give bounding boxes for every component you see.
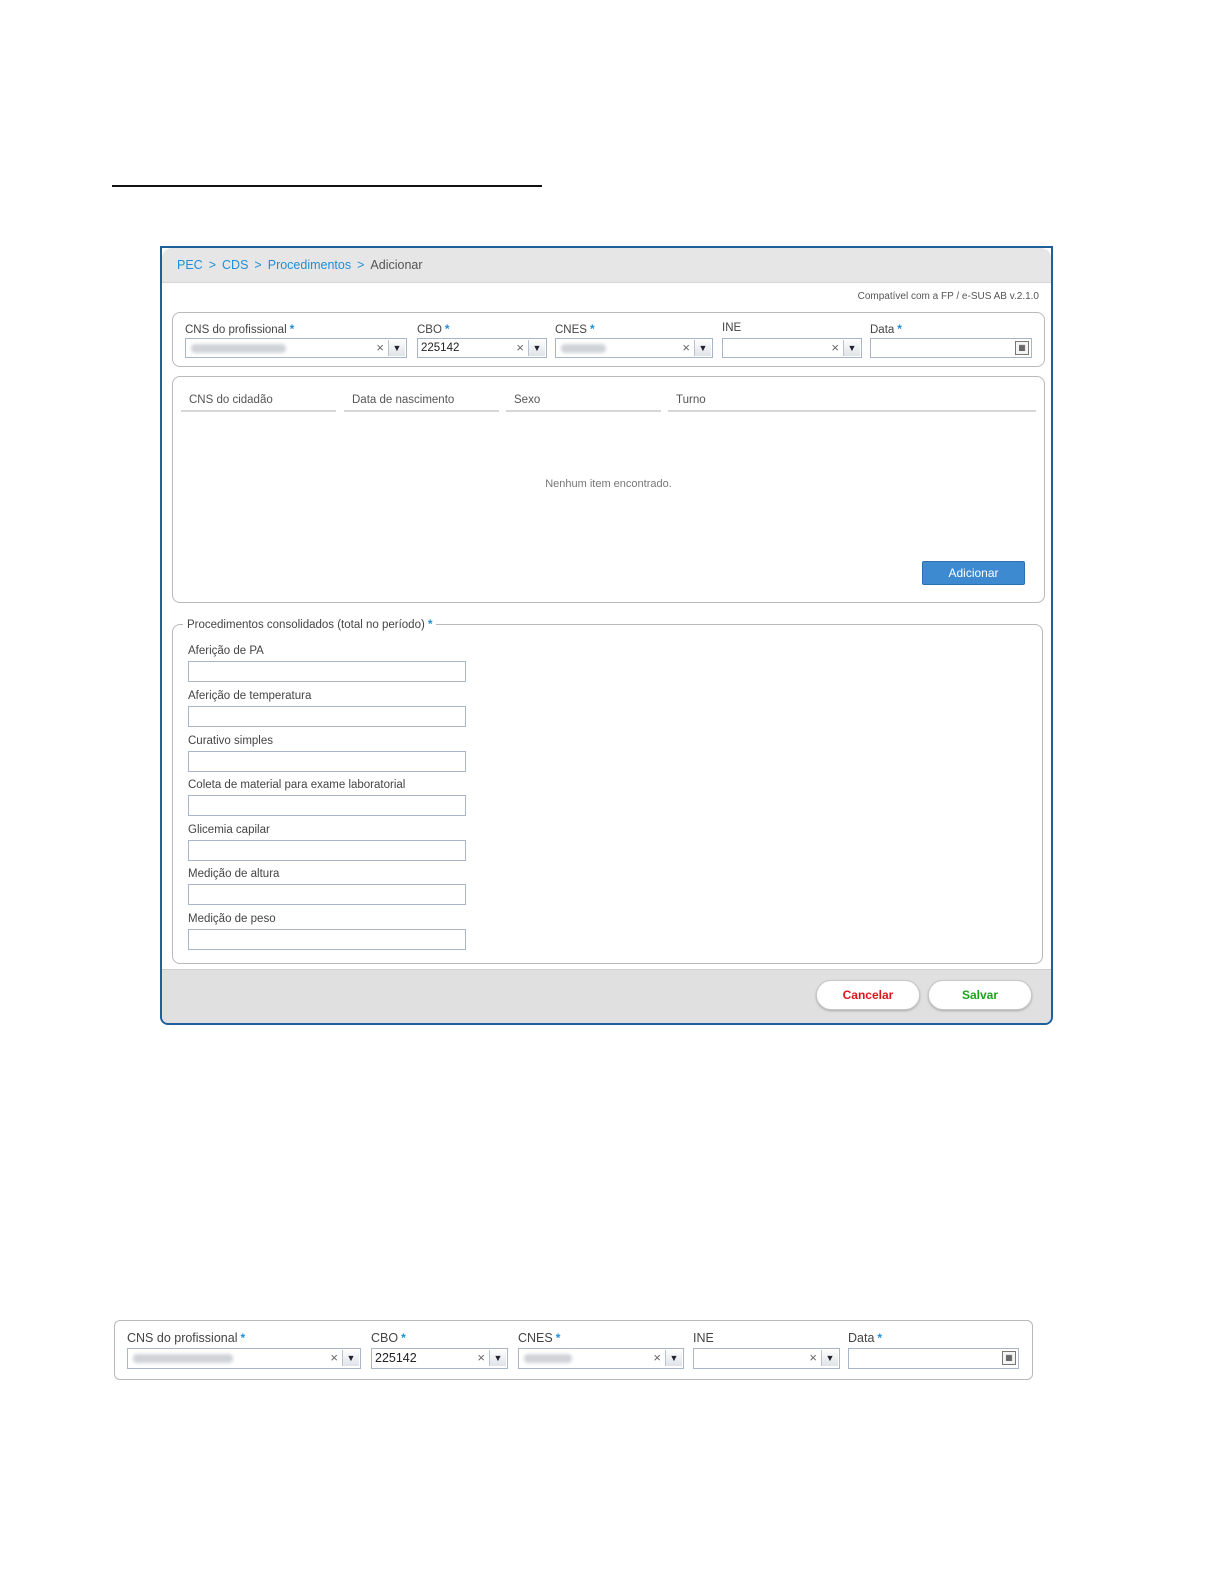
clear-icon[interactable]: × (516, 339, 524, 357)
cnes-combobox[interactable]: × ▼ (518, 1348, 684, 1369)
medicao-peso-input[interactable] (188, 929, 466, 950)
required-asterisk: * (240, 1331, 246, 1345)
required-asterisk: * (897, 322, 902, 336)
chevron-down-icon[interactable]: ▼ (665, 1350, 682, 1366)
professional-fields-zoom: CNS do profissional * × ▼ CBO * 225142 × ▼… (114, 1320, 1033, 1380)
cancel-button[interactable]: Cancelar (816, 980, 920, 1010)
breadcrumb-cds[interactable]: CDS (222, 258, 248, 272)
coleta-material-input[interactable] (188, 795, 466, 816)
form-footer: Cancelar Salvar (162, 969, 1051, 1023)
document-underline (112, 185, 542, 187)
cnes-label: CNES * (555, 322, 595, 336)
ine-label: INE (722, 322, 742, 334)
redacted-value (191, 344, 286, 353)
calendar-icon[interactable]: ▦ (1015, 341, 1029, 355)
empty-table-message: Nenhum item encontrado. (545, 478, 672, 490)
data-label: Data * (848, 1331, 883, 1345)
calendar-icon[interactable]: ▦ (1002, 1351, 1016, 1365)
clear-icon[interactable]: × (376, 339, 384, 357)
breadcrumb-pec[interactable]: PEC (177, 258, 203, 272)
clear-icon[interactable]: × (477, 1349, 485, 1367)
clear-icon[interactable]: × (653, 1349, 661, 1367)
required-asterisk: * (444, 322, 450, 336)
procedimentos-window: PEC > CDS > Procedimentos > Adicionar Compatív… (160, 246, 1053, 1025)
proc-label-afericao-pa: Aferição de PA (188, 645, 264, 657)
cbo-combobox[interactable]: 225142 × ▼ (417, 338, 547, 358)
medicao-altura-input[interactable] (188, 884, 466, 905)
breadcrumb: PEC > CDS > Procedimentos > Adicionar (162, 248, 1051, 283)
procedures-legend: Procedimentos consolidados (total no per… (187, 617, 433, 631)
citizen-table-panel: CNS do cidadão Data de nascimento Sexo T… (172, 376, 1045, 603)
breadcrumb-separator: > (254, 258, 262, 272)
compatibility-note: Compatível com a FP / e-SUS AB v.2.1.0 (857, 291, 1039, 302)
column-header-cns-cidadao[interactable]: CNS do cidadão (181, 394, 336, 412)
cbo-label: CBO * (417, 322, 450, 336)
proc-label-curativo-simples: Curativo simples (188, 735, 273, 747)
cns-combobox[interactable]: × ▼ (185, 338, 407, 358)
required-asterisk: * (401, 1331, 406, 1345)
breadcrumb-procedimentos[interactable]: Procedimentos (268, 258, 351, 272)
column-header-turno[interactable]: Turno (668, 394, 1036, 412)
required-asterisk: * (555, 1331, 561, 1345)
required-asterisk: * (427, 617, 433, 631)
clear-icon[interactable]: × (330, 1349, 338, 1367)
breadcrumb-separator: > (357, 258, 365, 272)
cbo-value: 225142 (375, 1351, 417, 1365)
afericao-temperatura-input[interactable] (188, 706, 466, 727)
add-citizen-button[interactable]: Adicionar (922, 561, 1025, 585)
afericao-pa-input[interactable] (188, 661, 466, 682)
proc-label-glicemia-capilar: Glicemia capilar (188, 824, 270, 836)
column-header-sexo[interactable]: Sexo (506, 394, 661, 412)
redacted-value (561, 344, 606, 353)
save-button[interactable]: Salvar (928, 980, 1032, 1010)
chevron-down-icon[interactable]: ▼ (821, 1350, 838, 1366)
cbo-label: CBO * (371, 1331, 406, 1345)
proc-label-afericao-temperatura: Aferição de temperatura (188, 690, 312, 702)
date-input[interactable]: ▦ (870, 338, 1032, 358)
cbo-value: 225142 (421, 342, 460, 354)
ine-combobox[interactable]: × ▼ (693, 1348, 840, 1369)
proc-label-coleta-material: Coleta de material para exame laboratori… (188, 779, 406, 791)
chevron-down-icon[interactable]: ▼ (694, 340, 711, 356)
required-asterisk: * (589, 322, 595, 336)
required-asterisk: * (877, 1331, 883, 1345)
data-label: Data * (870, 322, 902, 336)
clear-icon[interactable]: × (809, 1349, 817, 1367)
breadcrumb-current: Adicionar (370, 258, 423, 272)
professional-fields-panel: CNS do profissional * × ▼ CBO * 225142 × ▼… (172, 312, 1045, 367)
chevron-down-icon[interactable]: ▼ (342, 1350, 359, 1366)
cns-label: CNS do profissional * (127, 1331, 246, 1345)
redacted-value (524, 1354, 572, 1363)
clear-icon[interactable]: × (682, 339, 690, 357)
cnes-combobox[interactable]: × ▼ (555, 338, 713, 358)
clear-icon[interactable]: × (831, 339, 839, 357)
column-header-data-nascimento[interactable]: Data de nascimento (344, 394, 499, 412)
chevron-down-icon[interactable]: ▼ (843, 340, 860, 356)
curativo-simples-input[interactable] (188, 751, 466, 772)
chevron-down-icon[interactable]: ▼ (388, 340, 405, 356)
procedures-panel: Procedimentos consolidados (total no per… (172, 617, 1043, 964)
breadcrumb-separator: > (208, 258, 217, 272)
required-asterisk: * (289, 322, 295, 336)
glicemia-capilar-input[interactable] (188, 840, 466, 861)
cns-combobox[interactable]: × ▼ (127, 1348, 361, 1369)
cns-label: CNS do profissional * (185, 322, 295, 336)
redacted-value (133, 1354, 233, 1363)
cbo-combobox[interactable]: 225142 × ▼ (371, 1348, 508, 1369)
proc-label-medicao-peso: Medição de peso (188, 913, 276, 925)
ine-combobox[interactable]: × ▼ (722, 338, 862, 358)
cnes-label: CNES * (518, 1331, 561, 1345)
proc-label-medicao-altura: Medição de altura (188, 868, 280, 880)
date-input[interactable]: ▦ (848, 1348, 1019, 1369)
ine-label: INE (693, 1331, 714, 1345)
chevron-down-icon[interactable]: ▼ (489, 1350, 506, 1366)
chevron-down-icon[interactable]: ▼ (528, 340, 545, 356)
